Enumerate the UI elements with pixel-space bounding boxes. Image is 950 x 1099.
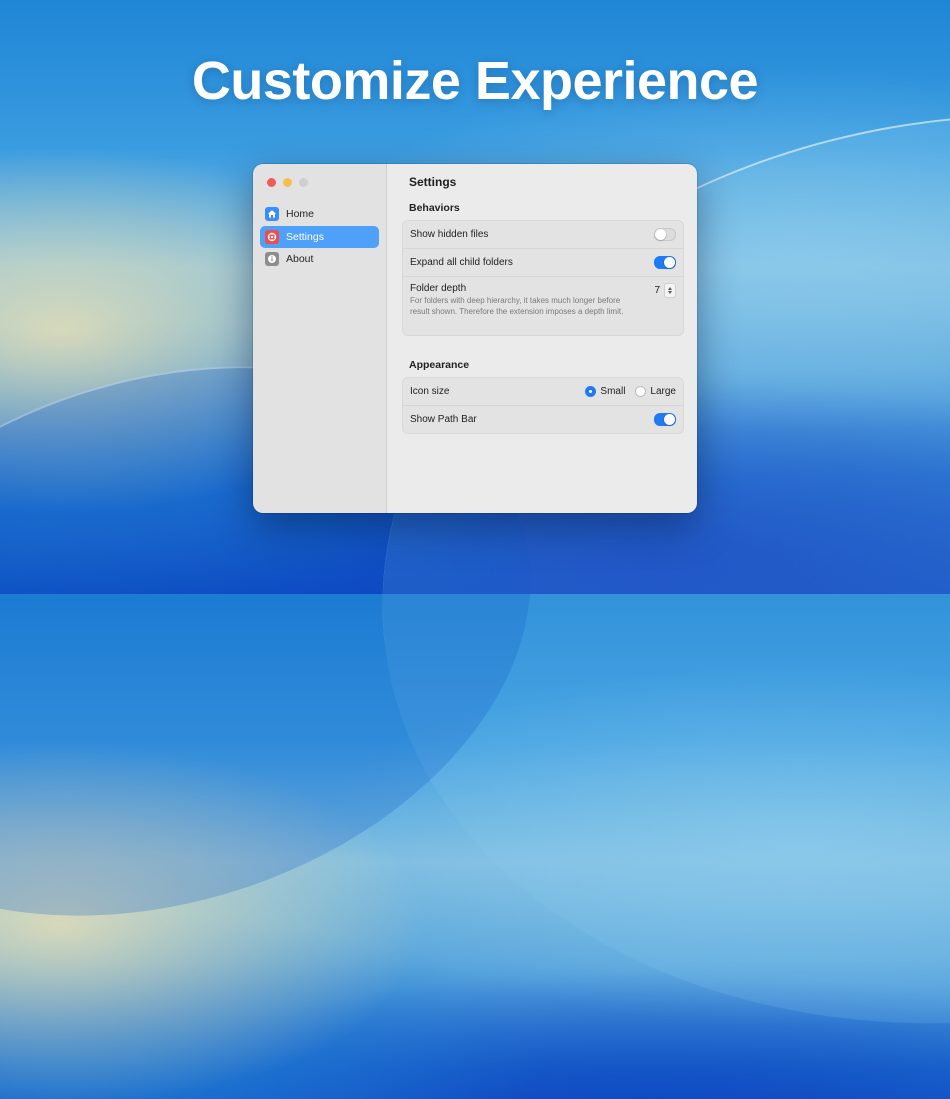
close-button[interactable] — [267, 178, 276, 187]
setting-row-show-hidden-files: Show hidden files — [403, 221, 683, 249]
chevron-down-icon[interactable] — [668, 291, 672, 294]
setting-row-expand-child-folders: Expand all child folders — [403, 249, 683, 277]
folder-depth-text: Folder depth For folders with deep hiera… — [410, 283, 636, 317]
radio-label: Large — [650, 386, 676, 397]
sidebar-item-label: About — [286, 253, 314, 265]
sidebar-item-about[interactable]: About — [260, 248, 379, 270]
chevron-up-icon[interactable] — [668, 287, 672, 290]
show-path-bar-toggle[interactable] — [654, 413, 676, 426]
headline: Customize Experience — [191, 51, 759, 111]
window-controls — [267, 178, 308, 187]
radio-label: Small — [600, 386, 626, 397]
radio-large[interactable] — [635, 386, 647, 397]
home-icon — [265, 207, 279, 221]
sidebar-item-label: Settings — [286, 230, 324, 243]
setting-label: Show hidden files — [410, 229, 489, 240]
sidebar-item-label: Home — [286, 208, 315, 220]
folder-depth-stepper[interactable] — [664, 283, 676, 298]
settings-content: Settings Behaviors Show hidden files Exp… — [387, 164, 697, 513]
sidebar-item-home[interactable]: Home — [260, 203, 379, 225]
setting-label: Expand all child folders — [410, 257, 513, 268]
setting-label: Folder depth — [410, 283, 467, 294]
section-title-behaviors: Behaviors — [409, 202, 460, 214]
setting-label: Icon size — [410, 386, 450, 397]
sidebar-item-settings[interactable]: Settings — [260, 225, 379, 248]
setting-row-show-path-bar: Show Path Bar — [403, 406, 683, 433]
show-hidden-files-toggle[interactable] — [654, 228, 676, 241]
appearance-group: Icon size Small Large Show Path Bar — [402, 377, 684, 434]
icon-size-option-small[interactable]: Small — [585, 386, 625, 397]
folder-depth-control: 7 — [654, 283, 676, 298]
behaviors-group: Show hidden files Expand all child folde… — [402, 220, 684, 336]
icon-size-option-large[interactable]: Large — [635, 386, 676, 397]
setting-row-icon-size: Icon size Small Large — [403, 378, 683, 406]
section-title-appearance: Appearance — [409, 359, 470, 371]
zoom-button[interactable] — [299, 178, 308, 187]
icon-size-radio-group: Small Large — [585, 386, 676, 397]
settings-window: Home Settings About Settings Behaviors S… — [253, 164, 697, 513]
page-title: Settings — [409, 175, 457, 189]
minimize-button[interactable] — [283, 178, 292, 187]
folder-depth-value: 7 — [654, 285, 660, 296]
radio-small[interactable] — [585, 386, 597, 397]
expand-child-folders-toggle[interactable] — [654, 256, 676, 269]
settings-icon — [265, 229, 279, 244]
setting-label: Show Path Bar — [410, 414, 477, 425]
setting-row-folder-depth: Folder depth For folders with deep hiera… — [403, 277, 683, 335]
sidebar: Home Settings About — [253, 164, 387, 513]
folder-depth-description: For folders with deep hierarchy, it take… — [410, 296, 624, 316]
info-icon — [265, 252, 279, 266]
sidebar-nav: Home Settings About — [260, 203, 379, 271]
